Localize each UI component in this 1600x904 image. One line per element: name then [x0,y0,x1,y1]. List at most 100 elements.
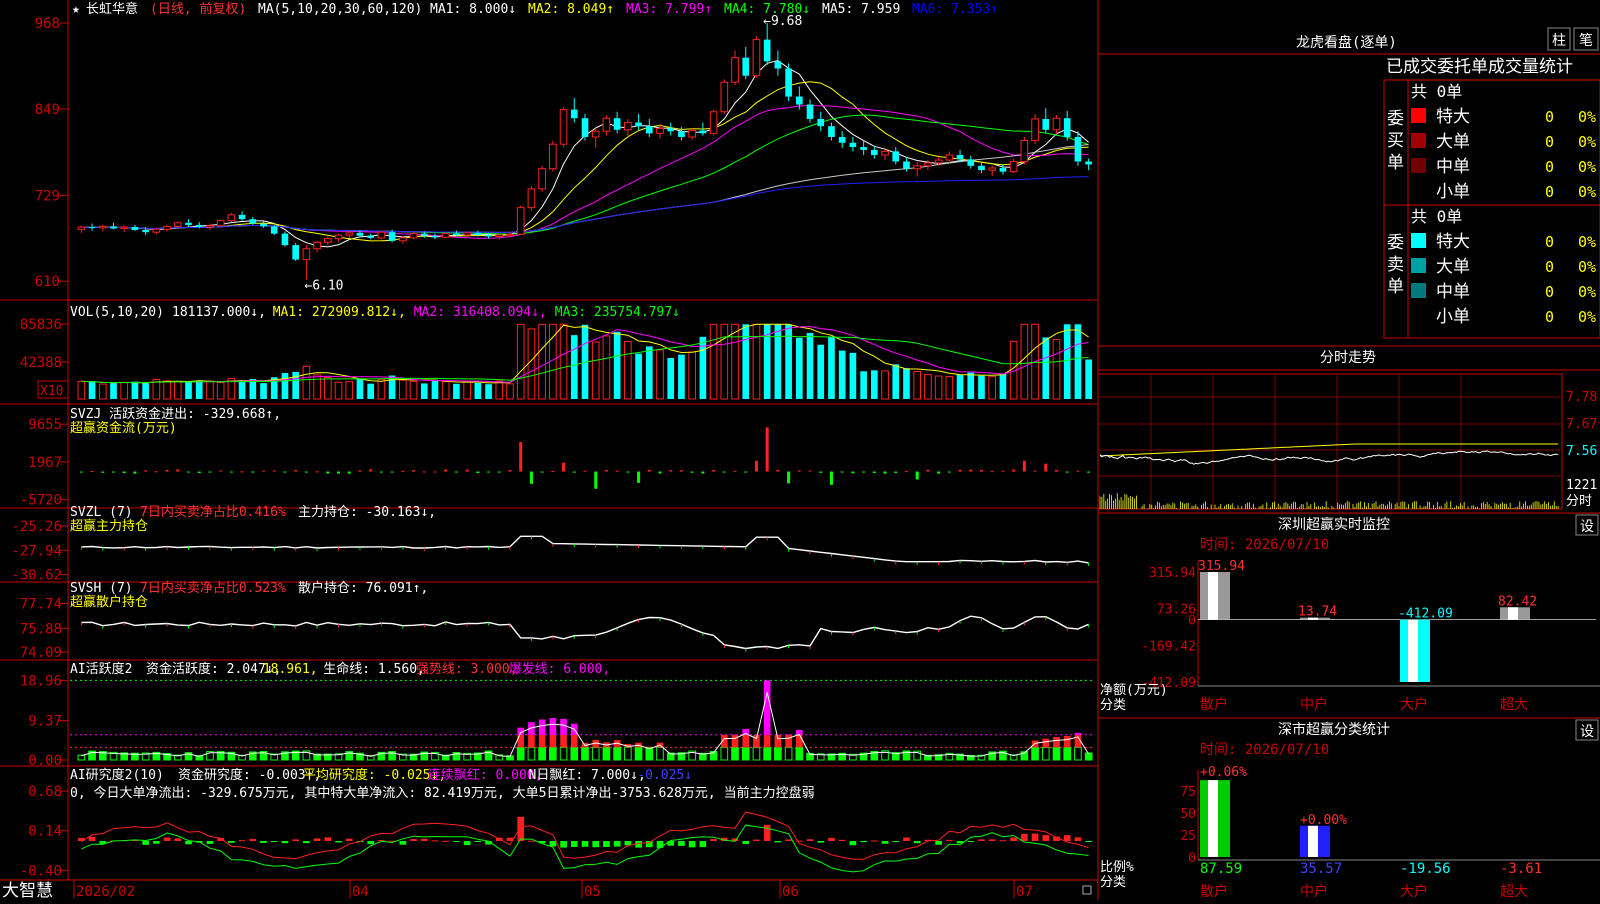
svzj-bar [1023,461,1026,472]
aiact-bar [1053,747,1060,760]
volume-bar [967,373,974,399]
volume-bar [260,383,267,399]
candle-body [357,233,364,236]
aires-bar [946,840,953,841]
aires-bar [935,841,942,845]
volume-legend-2: MA2: 316408.094↓, [414,305,547,320]
aires-bar [775,841,782,842]
volume-bar [635,354,642,399]
aiact-bar [1042,747,1049,760]
volume-bar [496,381,503,399]
volume-bar [860,371,867,399]
sell-side-label: 委 [1387,233,1404,253]
candle-body [475,233,482,235]
svzj-bar [262,471,265,472]
minute-y-label: 分时 [1566,494,1592,509]
candle-body [142,230,149,232]
volume-bar [421,383,428,399]
aiact-bar [1064,747,1071,760]
svzj-bar [991,471,994,472]
sz-monitor-value-label: -412.09 [1398,607,1453,622]
candle-body [807,105,814,119]
volume-bar [1000,374,1007,399]
ma-legend: MA1: 8.000↓MA2: 8.049↑MA3: 7.799↑MA4: 7.… [430,2,998,17]
volume-title: VOL(5,10,20) [70,305,164,320]
tick-mode-label: 笔 [1579,33,1593,49]
svzj-bar [616,471,619,472]
period-label[interactable]: (日线, 前复权) [150,1,246,17]
candle-body [914,166,921,169]
buy-row-swatch [1411,108,1426,123]
aiact-strong-bar [764,735,771,748]
svzj-bar [787,472,790,484]
volume-bar [517,324,524,399]
svzj-bar [80,472,83,473]
favorite-star-icon[interactable]: ★ [72,2,80,17]
candle-body [314,242,321,248]
svzj-bar [1076,471,1079,472]
minute-frame [1098,374,1562,509]
svzj-bar [455,472,458,473]
ai-active-panel: AI活跃度2资金活跃度: 2.047↓,18.961,生命线: 1.560,强势… [20,661,1094,769]
aires-bar [367,841,374,844]
bar-mode-label: 柱 [1552,33,1566,49]
sell-row-count: 0 [1545,233,1554,251]
svzj-bar [594,472,597,489]
candle-body [989,168,996,170]
aires-bar [239,840,246,841]
sz-category-value-label: -3.61 [1500,861,1542,877]
aires-note: 0, 今日大单净流出: -329.675万元, 其中特大单净流入: 82.419… [70,785,815,801]
ma-legend-item: MA5: 7.959 [822,2,900,17]
svzj-bar [166,470,169,472]
volume-bar [925,375,932,399]
volume-bar [174,381,181,399]
volume-bar [249,379,256,399]
stock-name[interactable]: 长虹华意 [86,1,138,17]
aires-bar [335,841,342,842]
sell-row-swatch [1411,258,1426,273]
ai-research-panel: AI研究度2(10)资金研究度: -0.003↑,平均研究度: -0.025↓,… [20,767,1092,879]
price-tick-label: 610 [35,274,60,290]
svzj-bar [734,471,737,472]
sz-monitor-value-label: 13.74 [1298,605,1337,620]
x-tick-label: 07 [1016,884,1033,900]
volume-bar [989,377,996,399]
aires-bar [517,817,524,841]
aiact-strong-bar [1053,737,1060,747]
volume-bar [903,368,910,399]
aires-bar [710,839,717,841]
sz-monitor-tick-label: 0 [1188,614,1196,629]
aiact-bar [582,747,589,760]
sell-total: 共 0单 [1411,207,1462,226]
svzj-bar [1066,472,1069,473]
volume-bar [710,324,717,399]
volume-bar [603,336,610,399]
sz-category-tick-label: 50 [1180,807,1196,822]
aiact-strong-bar [796,735,803,748]
svzj-tick-label: -5720 [20,493,62,509]
undefined-position: 散户持仓: 76.091↑, [298,580,428,596]
volume-bar [978,376,985,399]
sz-monitor-bar-highlight [1408,620,1418,682]
aiact-bar [560,747,567,760]
aires-bar [346,839,353,841]
svzj-bar [701,472,704,474]
aiact-legend-0: 资金活跃度: 2.047↓, [146,661,281,677]
aires-bar [742,841,749,844]
candle-body [132,227,139,230]
aires-bar [550,841,557,846]
aires-bar [796,841,803,842]
aires-bar [678,841,685,846]
sz-monitor-time: 时间: 2026/07/10 [1200,537,1329,553]
candle-body [1042,119,1049,130]
svzj-bar [187,472,190,473]
sell-row-count: 0 [1545,283,1554,301]
vol-tick-label: 42388 [20,355,62,371]
volume-bar [892,364,899,399]
volume-bar [871,370,878,399]
candle-body [239,215,246,219]
aires-bar [764,825,771,841]
volume-bar [785,324,792,399]
aiact-bar [1085,753,1092,760]
aiact-bar [753,747,760,760]
